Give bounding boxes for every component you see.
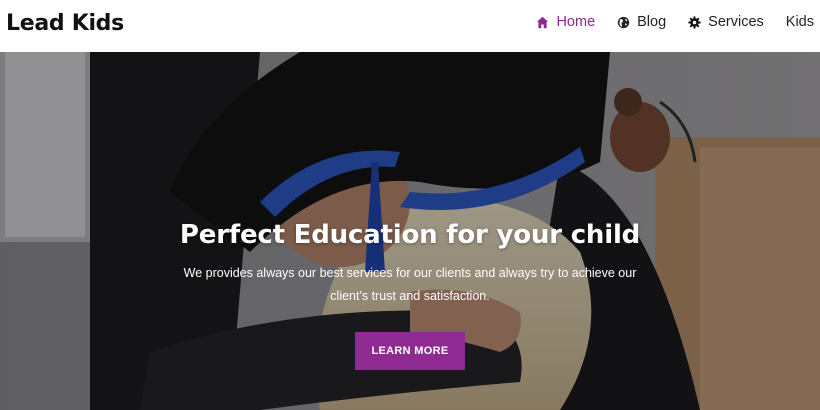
nav-item-blog[interactable]: Blog <box>617 14 666 30</box>
nav-item-services[interactable]: Services <box>688 14 764 30</box>
hero-title: Perfect Education for your child <box>179 220 641 250</box>
nav-item-kids[interactable]: Kids <box>786 14 814 30</box>
home-icon <box>537 16 549 28</box>
site-header: Lead Kids Home Blog Services Kids <box>0 0 820 52</box>
learn-more-button[interactable]: LEARN MORE <box>354 332 466 370</box>
nav-item-home[interactable]: Home <box>536 14 595 30</box>
hero-subtitle: We provides always our best services for… <box>183 266 637 303</box>
gear-icon <box>688 15 701 29</box>
hero-content: Perfect Education for your child We prov… <box>0 220 820 370</box>
nav-item-label: Home <box>556 14 596 30</box>
hero-banner: Perfect Education for your child We prov… <box>0 52 820 410</box>
globe-icon <box>617 16 630 28</box>
main-nav: Home Blog Services Kids <box>536 14 814 30</box>
nav-item-label: Blog <box>637 14 667 30</box>
site-logo[interactable]: Lead Kids <box>6 11 124 36</box>
nav-item-label: Kids <box>785 14 814 30</box>
nav-item-label: Services <box>708 14 764 30</box>
